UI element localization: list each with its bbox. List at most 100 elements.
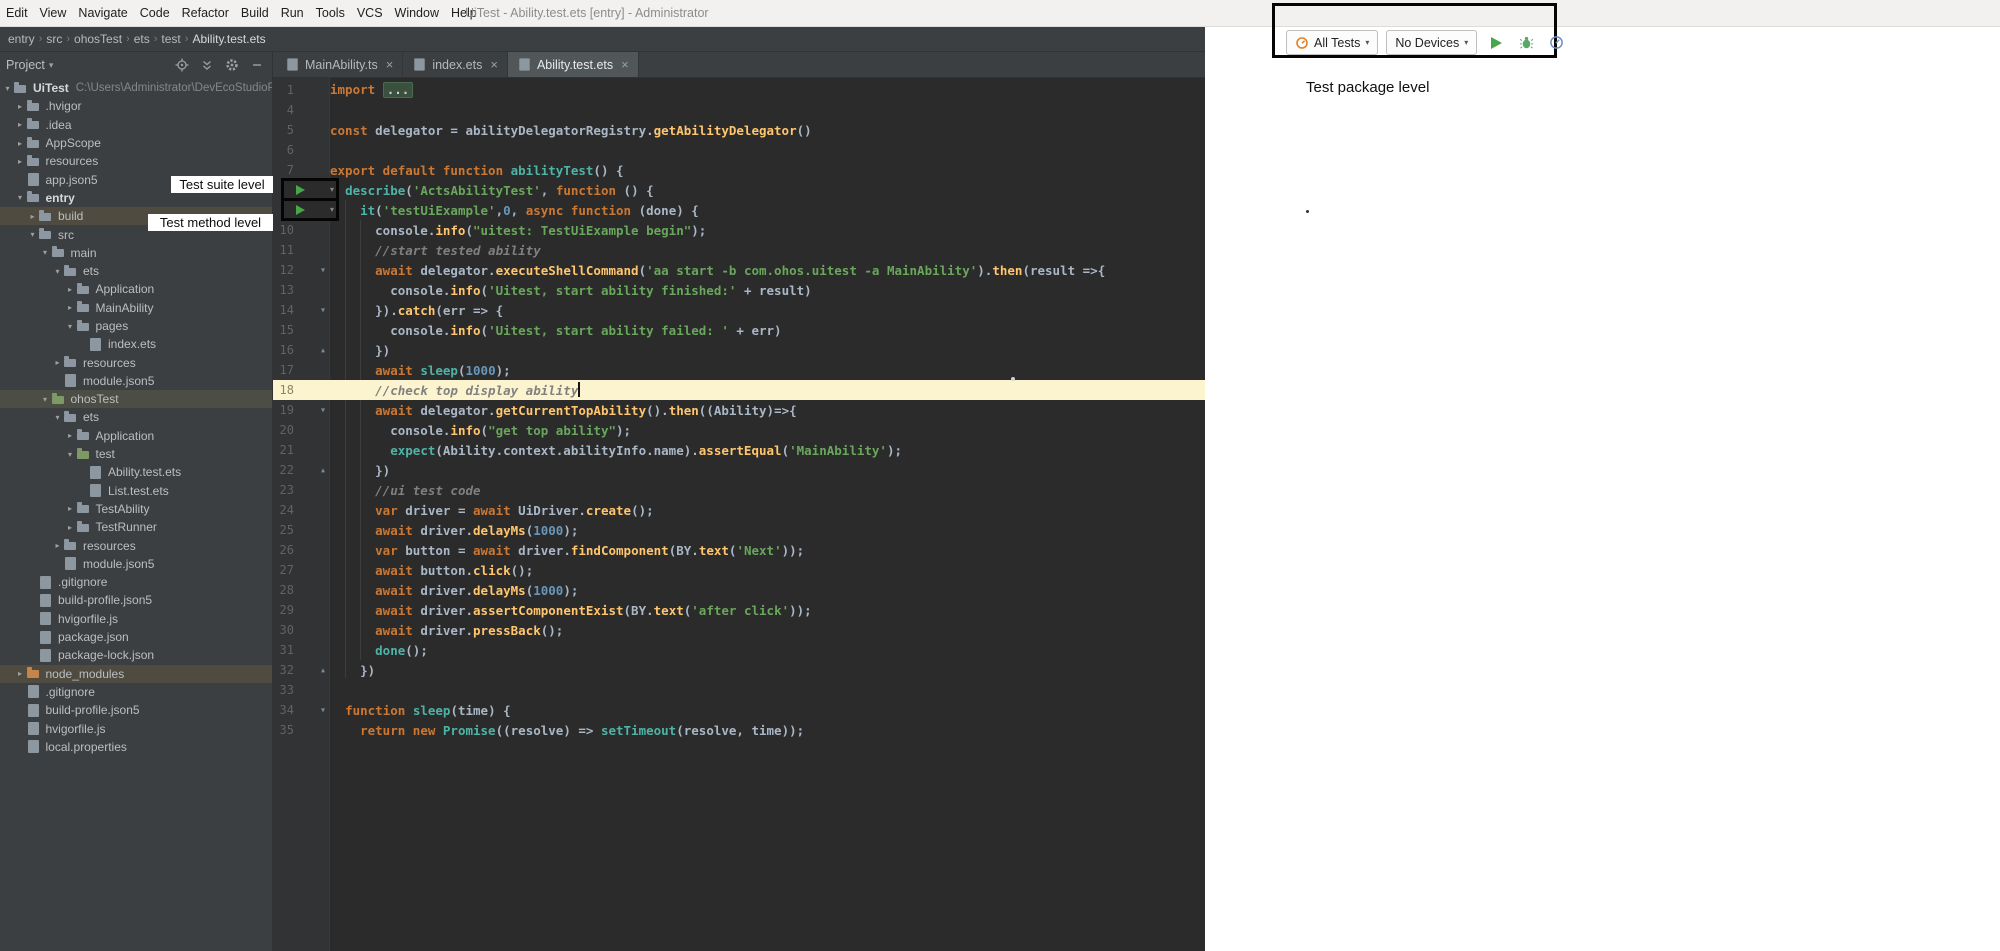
menu-item-tools[interactable]: Tools <box>310 6 351 20</box>
code-line-31[interactable]: 31 done(); <box>273 640 1205 660</box>
fold-down-icon[interactable]: ▾ <box>321 706 325 715</box>
tree-item-testability[interactable]: ▸TestAbility <box>0 500 272 518</box>
code-line-30[interactable]: 30 await driver.pressBack(); <box>273 620 1205 640</box>
debug-button[interactable] <box>1515 32 1537 54</box>
tree-item-index-ets[interactable]: index.ets <box>0 335 272 353</box>
tree-item-package-lock-json[interactable]: package-lock.json <box>0 646 272 664</box>
menu-item-edit[interactable]: Edit <box>0 6 34 20</box>
code-line-13[interactable]: 13 console.info('Uitest, start ability f… <box>273 280 1205 300</box>
tree-item-ability-test-ets[interactable]: Ability.test.ets <box>0 463 272 481</box>
tree-item-resources[interactable]: ▸resources <box>0 353 272 371</box>
menu-item-vcs[interactable]: VCS <box>351 6 389 20</box>
tab-index-ets[interactable]: index.ets× <box>403 52 508 77</box>
code-line-21[interactable]: 21 expect(Ability.context.abilityInfo.na… <box>273 440 1205 460</box>
fold-down-icon[interactable]: ▾ <box>330 185 334 194</box>
code-line-15[interactable]: 15 console.info('Uitest, start ability f… <box>273 320 1205 340</box>
code-line-23[interactable]: 23 //ui test code <box>273 480 1205 500</box>
code-line-29[interactable]: 29 await driver.assertComponentExist(BY.… <box>273 600 1205 620</box>
code-editor[interactable]: 1import ...45const delegator = abilityDe… <box>273 78 1205 951</box>
settings-gear-icon[interactable] <box>225 58 239 72</box>
tree-item-gitignore[interactable]: .gitignore <box>0 573 272 591</box>
code-line-26[interactable]: 26 var button = await driver.findCompone… <box>273 540 1205 560</box>
code-line-7[interactable]: 7export default function abilityTest() { <box>273 160 1205 180</box>
tree-item-hvigor[interactable]: ▸.hvigor <box>0 97 272 115</box>
menu-item-code[interactable]: Code <box>134 6 176 20</box>
code-line-12[interactable]: 12▾ await delegator.executeShellCommand(… <box>273 260 1205 280</box>
tree-item-list-test-ets[interactable]: List.test.ets <box>0 482 272 500</box>
breadcrumb-item-ability-test-ets[interactable]: Ability.test.ets <box>189 32 268 46</box>
tree-item-build-profile-json5[interactable]: build-profile.json5 <box>0 701 272 719</box>
code-line-22[interactable]: 22▴ }) <box>273 460 1205 480</box>
run-button[interactable] <box>1485 32 1507 54</box>
tree-item-ohostest[interactable]: ▾ohosTest <box>0 390 272 408</box>
breadcrumb-item-test[interactable]: test <box>158 32 183 46</box>
tree-item-ets[interactable]: ▾ets <box>0 262 272 280</box>
tree-item-application[interactable]: ▸Application <box>0 280 272 298</box>
code-line-9[interactable]: 9 it('testUiExample',0, async function (… <box>273 200 1205 220</box>
code-line-18[interactable]: 18 //check top display ability <box>273 380 1205 400</box>
code-line-25[interactable]: 25 await driver.delayMs(1000); <box>273 520 1205 540</box>
code-line-34[interactable]: 34▾ function sleep(time) { <box>273 700 1205 720</box>
fold-up-icon[interactable]: ▴ <box>321 666 325 675</box>
code-line-17[interactable]: 17 await sleep(1000); <box>273 360 1205 380</box>
tree-item-idea[interactable]: ▸.idea <box>0 116 272 134</box>
code-line-10[interactable]: 10 console.info("uitest: TestUiExample b… <box>273 220 1205 240</box>
tab-mainability-ts[interactable]: MainAbility.ts× <box>276 52 403 77</box>
tree-item-module-json5[interactable]: module.json5 <box>0 372 272 390</box>
tree-item-testrunner[interactable]: ▸TestRunner <box>0 518 272 536</box>
tree-item-node-modules[interactable]: ▸node_modules <box>0 665 272 683</box>
tree-item-pages[interactable]: ▾pages <box>0 317 272 335</box>
code-line-16[interactable]: 16▴ }) <box>273 340 1205 360</box>
tree-item-module-json5[interactable]: module.json5 <box>0 555 272 573</box>
code-line-20[interactable]: 20 console.info("get top ability"); <box>273 420 1205 440</box>
code-line-27[interactable]: 27 await button.click(); <box>273 560 1205 580</box>
locate-file-icon[interactable] <box>175 58 189 72</box>
run-test-suite-gutter-icon[interactable] <box>296 185 305 195</box>
device-select[interactable]: No Devices ▾ <box>1386 30 1477 55</box>
menu-item-navigate[interactable]: Navigate <box>72 6 133 20</box>
fold-down-icon[interactable]: ▾ <box>330 205 334 214</box>
close-tab-icon[interactable]: × <box>490 57 498 72</box>
menu-item-view[interactable]: View <box>34 6 73 20</box>
code-line-24[interactable]: 24 var driver = await UiDriver.create(); <box>273 500 1205 520</box>
menu-item-refactor[interactable]: Refactor <box>176 6 235 20</box>
breadcrumb-item-src[interactable]: src <box>43 32 65 46</box>
breadcrumb-item-ets[interactable]: ets <box>131 32 153 46</box>
code-line-35[interactable]: 35 return new Promise((resolve) => setTi… <box>273 720 1205 740</box>
tree-item-ets[interactable]: ▾ets <box>0 408 272 426</box>
tree-item-mainability[interactable]: ▸MainAbility <box>0 299 272 317</box>
fold-up-icon[interactable]: ▴ <box>321 346 325 355</box>
fold-down-icon[interactable]: ▾ <box>321 406 325 415</box>
run-test-method-gutter-icon[interactable] <box>296 205 305 215</box>
breadcrumb-item-ohostest[interactable]: ohosTest <box>71 32 125 46</box>
tree-item-local-properties[interactable]: local.properties <box>0 738 272 756</box>
tree-item-resources[interactable]: ▸resources <box>0 152 272 170</box>
tree-item-gitignore[interactable]: .gitignore <box>0 683 272 701</box>
tree-item-main[interactable]: ▾main <box>0 244 272 262</box>
tab-ability-test-ets[interactable]: Ability.test.ets× <box>508 52 639 77</box>
tree-item-hvigorfile-js[interactable]: hvigorfile.js <box>0 719 272 737</box>
code-line-32[interactable]: 32▴ }) <box>273 660 1205 680</box>
code-line-28[interactable]: 28 await driver.delayMs(1000); <box>273 580 1205 600</box>
profile-button[interactable] <box>1545 32 1567 54</box>
code-line-33[interactable]: 33 <box>273 680 1205 700</box>
code-line-14[interactable]: 14▾ }).catch(err => { <box>273 300 1205 320</box>
hide-panel-icon[interactable] <box>250 58 264 72</box>
tree-item-build-profile-json5[interactable]: build-profile.json5 <box>0 591 272 609</box>
fold-down-icon[interactable]: ▾ <box>321 306 325 315</box>
tree-item-test[interactable]: ▾test <box>0 445 272 463</box>
code-line-5[interactable]: 5const delegator = abilityDelegatorRegis… <box>273 120 1205 140</box>
code-line-4[interactable]: 4 <box>273 100 1205 120</box>
code-line-1[interactable]: 1import ... <box>273 80 1205 100</box>
code-line-8[interactable]: 8 describe('ActsAbilityTest', function (… <box>273 180 1205 200</box>
run-configuration-select[interactable]: All Tests ▾ <box>1286 30 1378 55</box>
code-line-19[interactable]: 19▾ await delegator.getCurrentTopAbility… <box>273 400 1205 420</box>
breadcrumb-item-entry[interactable]: entry <box>5 32 38 46</box>
menu-item-run[interactable]: Run <box>275 6 310 20</box>
tree-item-package-json[interactable]: package.json <box>0 628 272 646</box>
tree-item-hvigorfile-js[interactable]: hvigorfile.js <box>0 610 272 628</box>
code-line-11[interactable]: 11 //start tested ability <box>273 240 1205 260</box>
close-tab-icon[interactable]: × <box>386 57 394 72</box>
fold-down-icon[interactable]: ▾ <box>321 266 325 275</box>
project-view-selector[interactable]: Project <box>6 58 45 72</box>
